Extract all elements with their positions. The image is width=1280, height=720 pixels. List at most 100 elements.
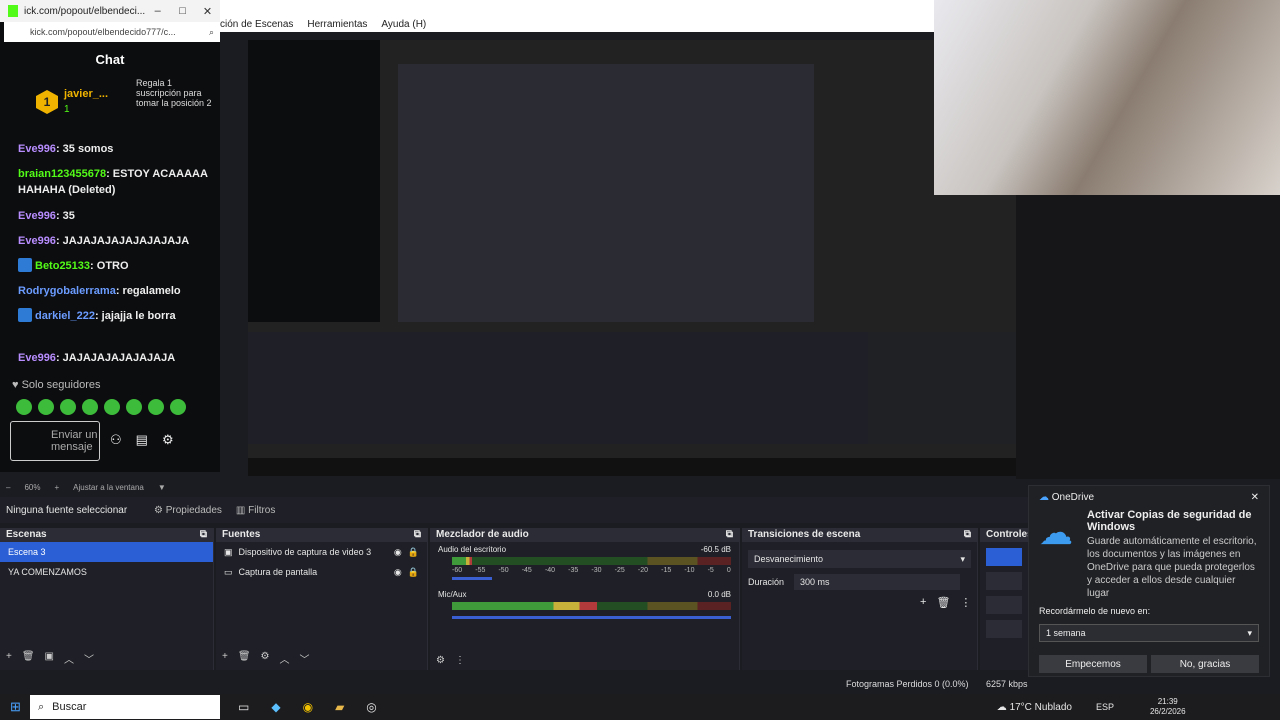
chat-nick[interactable]: Beto25133 <box>35 260 90 272</box>
trash-icon[interactable]: 🗑 <box>238 651 251 666</box>
move-down-icon[interactable]: ﹀ <box>300 651 310 666</box>
minimize-button[interactable]: – <box>145 5 170 17</box>
volume-slider[interactable] <box>452 616 731 619</box>
menu-tools[interactable]: Herramientas <box>307 19 367 30</box>
filters-button[interactable]: ▥ Filtros <box>236 505 275 516</box>
meter-track <box>452 602 731 610</box>
add-icon[interactable]: + <box>6 651 12 666</box>
clock[interactable]: 21:39 26/2/2026 <box>1150 697 1186 717</box>
source-item[interactable]: ▣ Dispositivo de captura de video 3 ◉ 🔒 <box>216 542 427 562</box>
chat-nick[interactable]: braian123455678 <box>18 168 106 180</box>
task-view-icon[interactable]: ▭ <box>238 700 249 714</box>
emote-icon[interactable] <box>170 399 186 415</box>
sub-user[interactable]: javier_... <box>64 88 108 100</box>
maximize-button[interactable]: □ <box>170 5 195 17</box>
move-down-icon[interactable]: ﹀ <box>84 651 94 666</box>
menu-icon[interactable]: ⋮ <box>960 596 971 609</box>
mixer-channel: Mic/Aux 0.0 dB <box>430 580 739 602</box>
gear-icon[interactable]: ⚙ <box>436 655 445 666</box>
menu-scene-collection[interactable]: ción de Escenas <box>220 19 293 30</box>
fit-window-label[interactable]: Ajustar a la ventana <box>73 483 144 492</box>
chat-nick[interactable]: darkiel_222 <box>35 310 95 322</box>
menu-icon[interactable]: ⋮ <box>455 655 465 666</box>
emote-icon[interactable] <box>126 399 142 415</box>
gift-icon[interactable]: ▤ <box>136 432 148 448</box>
emote-icon[interactable] <box>148 399 164 415</box>
dock-float-icon[interactable]: ⧉ <box>964 529 971 541</box>
dock-float-icon[interactable]: ⧉ <box>414 529 421 541</box>
chat-nick[interactable]: Eve996 <box>18 352 56 364</box>
fit-dropdown-icon[interactable]: ▼ <box>158 483 166 492</box>
dock-float-icon[interactable]: ⧉ <box>726 529 733 541</box>
preview-screen-capture[interactable] <box>248 40 1020 476</box>
start-streaming-button[interactable] <box>986 548 1022 566</box>
address-bar[interactable]: kick.com/popout/elbendecido777/c... ⌕ <box>4 22 220 42</box>
menu-help[interactable]: Ayuda (H) <box>381 19 426 30</box>
chat-nick[interactable]: Rodrygobalerrama <box>18 285 116 297</box>
transition-select[interactable]: Desvanecimiento ▾ <box>748 550 971 568</box>
lock-icon[interactable]: 🔒 <box>408 547 419 558</box>
chat-window-url: ick.com/popout/elbendeci... <box>23 5 146 17</box>
nested-obs-capture <box>398 64 814 322</box>
chrome-icon[interactable]: ◉ <box>303 700 313 714</box>
camera-icon: ▣ <box>224 546 233 557</box>
chat-nick[interactable]: Eve996 <box>18 143 56 155</box>
emote-icon[interactable] <box>82 399 98 415</box>
weather-widget[interactable]: ☁ 17°C Nublado <box>997 702 1072 713</box>
add-icon[interactable]: + <box>222 651 228 666</box>
mixer-channel: Audio del escritorio -60.5 dB <box>430 542 739 557</box>
taskbar-search[interactable]: ⌕ Buscar <box>30 695 220 719</box>
add-icon[interactable]: + <box>920 596 926 609</box>
zoom-in-button[interactable]: + <box>54 483 59 492</box>
emote-icon[interactable] <box>104 399 120 415</box>
move-up-icon[interactable]: ︿ <box>64 651 74 666</box>
user-badge-icon <box>18 308 32 322</box>
emote-icon[interactable] <box>38 399 54 415</box>
file-explorer-icon[interactable]: ▰ <box>335 700 344 714</box>
webcam-feed <box>934 0 1280 195</box>
control-button[interactable] <box>986 572 1022 590</box>
visibility-icon[interactable]: ◉ <box>394 567 402 578</box>
chat-message: Eve996: 35 <box>18 208 214 224</box>
lock-icon[interactable]: 🔒 <box>408 567 419 578</box>
source-item[interactable]: ▭ Captura de pantalla ◉ 🔒 <box>216 562 427 582</box>
trash-icon[interactable]: 🗑 <box>936 596 950 609</box>
properties-button[interactable]: ⚙ Propiedades <box>154 505 222 516</box>
windows-start-icon[interactable]: ⊞ <box>10 699 21 715</box>
close-icon[interactable]: ✕ <box>1251 492 1259 503</box>
scene-item[interactable]: Escena 3 <box>0 542 213 562</box>
close-button[interactable]: ✕ <box>195 5 220 18</box>
move-up-icon[interactable]: ︿ <box>280 651 290 666</box>
settings-icon[interactable]: ⚙ <box>162 432 174 448</box>
scale-label: -10 <box>684 567 695 574</box>
emote-icon[interactable] <box>16 399 32 415</box>
start-button[interactable]: Empecemos <box>1039 655 1147 673</box>
language-indicator[interactable]: ESP <box>1096 702 1114 712</box>
selected-source-label: Ninguna fuente seleccionar <box>6 504 128 516</box>
zoom-icon[interactable]: ⌕ <box>209 27 214 38</box>
no-thanks-button[interactable]: No, gracias <box>1151 655 1259 673</box>
chat-text: : regalamelo <box>115 285 181 297</box>
duration-input[interactable]: 300 ms <box>794 574 961 590</box>
chat-input[interactable]: Enviar un mensaje <box>10 421 100 461</box>
emote-icon[interactable] <box>60 399 76 415</box>
dock-float-icon[interactable]: ⧉ <box>200 529 207 541</box>
zoom-out-button[interactable]: – <box>6 483 10 492</box>
chat-nick[interactable]: Eve996 <box>18 235 56 247</box>
gear-icon[interactable]: ⚙ <box>261 651 270 666</box>
trash-icon[interactable]: 🗑 <box>22 651 35 666</box>
remind-select[interactable]: 1 semana ▾ <box>1039 624 1259 642</box>
chat-nick[interactable]: Eve996 <box>18 210 56 222</box>
control-button[interactable] <box>986 596 1022 614</box>
filter-icon[interactable]: ▣ <box>45 651 54 666</box>
users-icon[interactable]: ⚇ <box>110 432 122 448</box>
duration-row: Duración 300 ms <box>748 574 971 590</box>
scene-item[interactable]: YA COMENZAMOS <box>0 562 213 582</box>
copilot-icon[interactable]: ◆ <box>271 700 280 714</box>
control-button[interactable] <box>986 620 1022 638</box>
cloud-icon: ☁ <box>996 701 1010 713</box>
obs-icon[interactable]: ◎ <box>366 700 376 714</box>
volume-meter <box>452 602 731 610</box>
visibility-icon[interactable]: ◉ <box>394 547 402 558</box>
chat-text: : OTRO <box>90 260 129 272</box>
